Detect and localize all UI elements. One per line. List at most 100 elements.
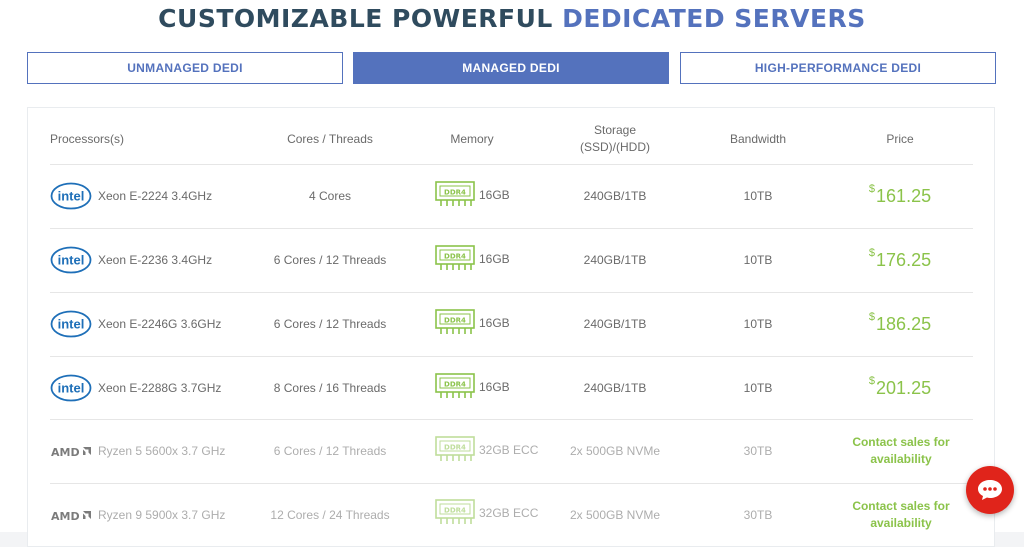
memory-cell: DDR4 16GB bbox=[435, 245, 510, 272]
storage-cell: 240GB/1TB bbox=[583, 317, 647, 331]
tab-high-performance-dedi[interactable]: HIGH-PERFORMANCE DEDI bbox=[680, 52, 996, 84]
bandwidth-cell: 10TB bbox=[743, 189, 773, 203]
bandwidth-cell: 10TB bbox=[743, 253, 773, 267]
currency-symbol: $ bbox=[868, 247, 876, 259]
svg-text:intel: intel bbox=[58, 381, 85, 396]
contact-line1: Contact sales for bbox=[852, 499, 950, 513]
header-storage-line1: Storage bbox=[593, 123, 637, 137]
amd-wordmark: AMD bbox=[51, 510, 80, 523]
intel-logo: intel bbox=[50, 374, 92, 402]
header-storage-line2: (SSD)/(HDD) bbox=[580, 140, 650, 154]
contact-line1: Contact sales for bbox=[852, 435, 950, 449]
contact-sales-link[interactable]: Contact sales for availability bbox=[831, 498, 971, 532]
price-value: 161.25 bbox=[876, 185, 932, 206]
intel-logo: intel bbox=[50, 246, 92, 274]
table-divider bbox=[50, 228, 973, 229]
cores-cell: 12 Cores / 24 Threads bbox=[270, 508, 390, 522]
storage-cell: 2x 500GB NVMe bbox=[569, 508, 661, 522]
amd-wordmark: AMD bbox=[51, 446, 80, 459]
tab-label: UNMANAGED DEDI bbox=[127, 61, 243, 75]
price-cell: $176.25 bbox=[830, 245, 970, 275]
amd-logo: AMD bbox=[51, 446, 91, 459]
contact-line2: availability bbox=[870, 516, 932, 530]
ram-module-icon: DDR4 bbox=[435, 309, 475, 334]
tab-label: MANAGED DEDI bbox=[462, 61, 560, 75]
memory-size: 32GB ECC bbox=[479, 442, 539, 457]
memory-size: 16GB bbox=[479, 315, 510, 330]
header-bandwidth: Bandwidth bbox=[729, 131, 787, 146]
price-value: 201.25 bbox=[876, 377, 932, 398]
processor-name: Xeon E-2236 3.4GHz bbox=[98, 253, 213, 267]
svg-text:intel: intel bbox=[58, 317, 85, 332]
table-divider bbox=[50, 356, 973, 357]
header-price: Price bbox=[886, 131, 914, 146]
memory-badge: DDR4 bbox=[444, 253, 466, 261]
memory-cell: DDR4 32GB ECC bbox=[435, 436, 538, 463]
processor-name: Ryzen 9 5900x 3.7 GHz bbox=[98, 508, 226, 522]
table-divider bbox=[50, 292, 973, 293]
processor-cell: intel Xeon E-2288G 3.7GHz bbox=[50, 373, 221, 403]
header-processors: Processors(s) bbox=[50, 131, 125, 146]
currency-symbol: $ bbox=[868, 183, 876, 195]
currency-symbol: $ bbox=[868, 311, 876, 323]
bandwidth-cell: 30TB bbox=[743, 508, 773, 522]
price-value: 186.25 bbox=[876, 313, 932, 334]
memory-size: 16GB bbox=[479, 379, 510, 394]
svg-text:intel: intel bbox=[58, 253, 85, 268]
memory-cell: DDR4 16GB bbox=[435, 181, 510, 208]
bandwidth-cell: 10TB bbox=[743, 381, 773, 395]
contact-sales-link[interactable]: Contact sales for availability bbox=[831, 434, 971, 468]
memory-badge: DDR4 bbox=[444, 507, 466, 515]
title-accent: DEDICATED SERVERS bbox=[562, 4, 866, 33]
cores-cell: 6 Cores / 12 Threads bbox=[273, 317, 387, 331]
processor-name: Xeon E-2288G 3.7GHz bbox=[98, 381, 222, 395]
bandwidth-cell: 30TB bbox=[743, 444, 773, 458]
chat-widget-button[interactable] bbox=[966, 466, 1014, 514]
memory-cell: DDR4 16GB bbox=[435, 373, 510, 400]
header-memory: Memory bbox=[450, 131, 494, 146]
cores-cell: 6 Cores / 12 Threads bbox=[273, 253, 387, 267]
cores-cell: 6 Cores / 12 Threads bbox=[273, 444, 387, 458]
memory-badge: DDR4 bbox=[444, 381, 466, 389]
ram-module-icon: DDR4 bbox=[435, 436, 475, 461]
contact-line2: availability bbox=[870, 452, 932, 466]
memory-badge: DDR4 bbox=[444, 444, 466, 452]
memory-size: 16GB bbox=[479, 187, 510, 202]
amd-logo: AMD bbox=[51, 510, 91, 523]
table-divider bbox=[50, 164, 973, 165]
intel-logo: intel bbox=[50, 310, 92, 338]
chat-bubble-icon bbox=[978, 480, 1002, 500]
storage-cell: 240GB/1TB bbox=[583, 189, 647, 203]
tab-managed-dedi[interactable]: MANAGED DEDI bbox=[353, 52, 669, 84]
table-divider bbox=[50, 419, 973, 420]
processor-cell: AMD Ryzen 9 5900x 3.7 GHz bbox=[50, 501, 225, 529]
table-divider bbox=[50, 483, 973, 484]
currency-symbol: $ bbox=[868, 375, 876, 387]
tab-label: HIGH-PERFORMANCE DEDI bbox=[754, 61, 922, 75]
processor-name: Xeon E-2224 3.4GHz bbox=[98, 189, 213, 203]
storage-cell: 240GB/1TB bbox=[583, 381, 647, 395]
svg-text:intel: intel bbox=[58, 189, 85, 204]
tab-unmanaged-dedi[interactable]: UNMANAGED DEDI bbox=[27, 52, 343, 84]
page-title: CUSTOMIZABLE POWERFUL DEDICATED SERVERS bbox=[0, 4, 1024, 33]
memory-cell: DDR4 16GB bbox=[435, 309, 510, 336]
memory-badge: DDR4 bbox=[444, 189, 466, 197]
price-value: 176.25 bbox=[876, 249, 932, 270]
title-main: CUSTOMIZABLE POWERFUL bbox=[158, 4, 553, 33]
processor-cell: intel Xeon E-2236 3.4GHz bbox=[50, 245, 212, 275]
header-storage: Storage (SSD)/(HDD) bbox=[545, 114, 685, 164]
price-cell: $186.25 bbox=[830, 309, 970, 339]
processor-name: Xeon E-2246G 3.6GHz bbox=[98, 317, 222, 331]
memory-badge: DDR4 bbox=[444, 317, 466, 325]
processor-cell: intel Xeon E-2224 3.4GHz bbox=[50, 181, 212, 211]
memory-cell: DDR4 32GB ECC bbox=[435, 499, 538, 526]
storage-cell: 2x 500GB NVMe bbox=[569, 444, 661, 458]
processor-cell: AMD Ryzen 5 5600x 3.7 GHz bbox=[50, 437, 225, 465]
storage-cell: 240GB/1TB bbox=[583, 253, 647, 267]
bandwidth-cell: 10TB bbox=[743, 317, 773, 331]
price-cell: $161.25 bbox=[830, 181, 970, 211]
price-cell: $201.25 bbox=[830, 373, 970, 403]
cores-cell: 8 Cores / 16 Threads bbox=[273, 381, 387, 395]
memory-size: 32GB ECC bbox=[479, 505, 539, 520]
processor-cell: intel Xeon E-2246G 3.6GHz bbox=[50, 309, 221, 339]
